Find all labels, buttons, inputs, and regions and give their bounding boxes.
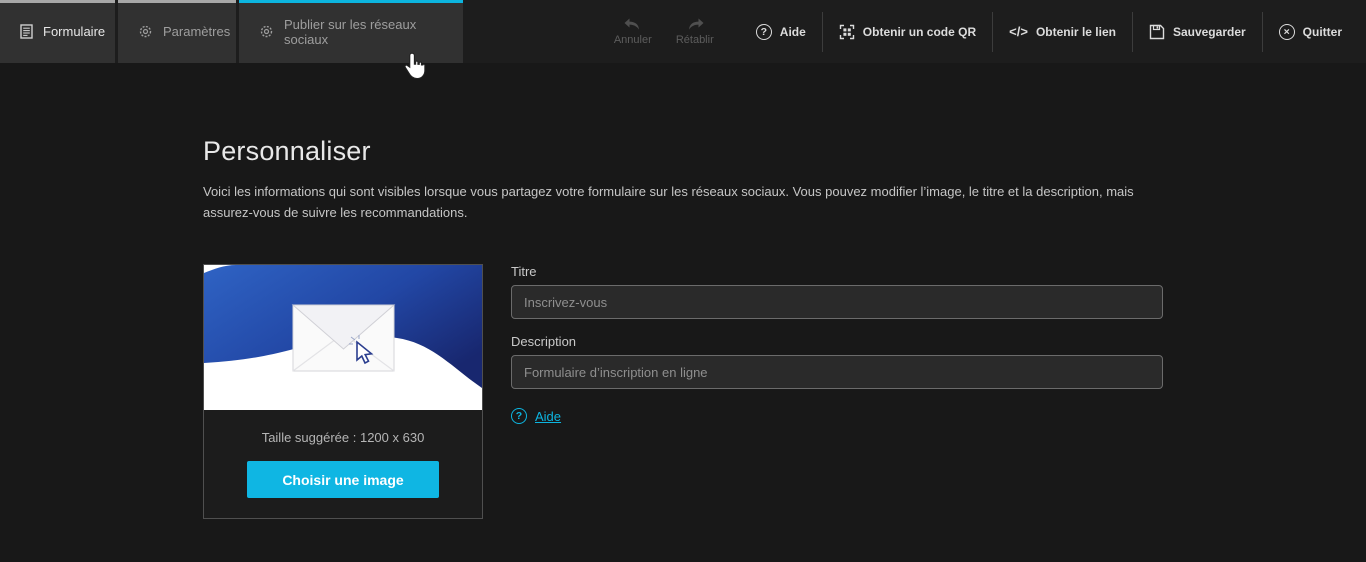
quit-button[interactable]: × Quitter [1263, 24, 1358, 40]
envelope-icon [293, 305, 394, 371]
meta-fields: Titre Description ? Aide [511, 264, 1163, 519]
toolbar: Annuler Rétablir ? Aide [602, 0, 1366, 63]
redo-button[interactable]: Rétablir [664, 18, 726, 46]
social-preview-image [204, 265, 482, 410]
page-description: Voici les informations qui sont visibles… [203, 181, 1143, 223]
page-title: Personnaliser [203, 136, 1366, 167]
get-qr-code-button[interactable]: Obtenir un code QR [823, 24, 992, 40]
get-link-label: Obtenir le lien [1036, 25, 1116, 39]
tab-bar: Formulaire Paramètres [0, 0, 466, 63]
close-circle-icon: × [1279, 24, 1295, 40]
help-link-label: Aide [535, 409, 561, 424]
help-button[interactable]: ? Aide [740, 24, 822, 40]
choose-image-button[interactable]: Choisir une image [247, 461, 439, 498]
undo-icon [623, 18, 643, 31]
tab-label: Paramètres [163, 24, 230, 39]
tab-publier-reseaux-sociaux[interactable]: Publier sur les réseaux sociaux [239, 0, 463, 63]
question-circle-icon: ? [756, 24, 772, 40]
redo-label: Rétablir [676, 34, 714, 46]
app-window: Formulaire Paramètres [0, 0, 1366, 562]
form-icon [20, 24, 33, 39]
redo-icon [685, 18, 705, 31]
help-link[interactable]: ? Aide [511, 408, 561, 424]
help-label: Aide [780, 25, 806, 39]
save-button[interactable]: Sauvegarder [1133, 24, 1262, 40]
qr-code-icon [839, 24, 855, 40]
tab-label: Formulaire [43, 24, 105, 39]
title-input[interactable] [511, 285, 1163, 319]
suggested-size-text: Taille suggérée : 1200 x 630 [204, 430, 482, 445]
tab-indicator [118, 0, 236, 3]
tab-formulaire[interactable]: Formulaire [0, 0, 115, 63]
description-input[interactable] [511, 355, 1163, 389]
tab-indicator [0, 0, 115, 3]
undo-button[interactable]: Annuler [602, 18, 664, 46]
undo-label: Annuler [614, 34, 652, 46]
code-icon: </> [1009, 24, 1028, 39]
gear-icon [259, 24, 274, 39]
get-link-button[interactable]: </> Obtenir le lien [993, 24, 1132, 39]
social-image-card: Taille suggérée : 1200 x 630 Choisir une… [203, 264, 483, 519]
gear-icon [138, 24, 153, 39]
save-label: Sauvegarder [1173, 25, 1246, 39]
get-qr-code-label: Obtenir un code QR [863, 25, 976, 39]
tab-label: Publier sur les réseaux sociaux [284, 17, 443, 47]
tab-parametres[interactable]: Paramètres [118, 0, 236, 63]
topbar: Formulaire Paramètres [0, 0, 1366, 63]
save-icon [1149, 24, 1165, 40]
publish-social-panel: Personnaliser Voici les informations qui… [0, 63, 1366, 562]
title-field-label: Titre [511, 264, 1163, 279]
description-field-label: Description [511, 334, 1163, 349]
active-tab-indicator [239, 0, 463, 3]
question-circle-icon: ? [511, 408, 527, 424]
quit-label: Quitter [1303, 25, 1342, 39]
